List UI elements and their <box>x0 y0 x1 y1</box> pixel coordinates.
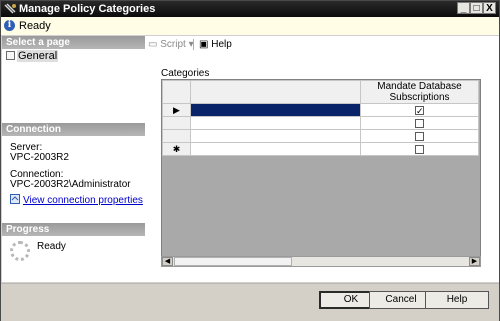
scroll-right-icon[interactable]: ▶ <box>469 257 480 266</box>
scroll-left-icon[interactable]: ◀ <box>162 257 173 266</box>
category-name-cell[interactable] <box>190 103 361 117</box>
cancel-button[interactable]: Cancel <box>369 291 433 309</box>
toolbar: ▭ Script ▾ ▣ Help <box>145 36 499 52</box>
left-pane: Select a page General Connection Server:… <box>2 36 146 282</box>
button-bar: OK Cancel Help <box>1 283 499 321</box>
connection-value: VPC-2003R2\Administrator <box>10 179 131 190</box>
row-indicator[interactable] <box>162 129 191 143</box>
category-name-cell[interactable] <box>190 116 361 130</box>
mandate-checkbox[interactable] <box>415 118 424 128</box>
help-icon: ▣ <box>199 39 209 50</box>
view-connection-link[interactable]: View connection properties <box>23 195 143 206</box>
script-icon: ▭ <box>148 39 158 50</box>
mandate-checkbox[interactable]: ✓ <box>415 105 424 115</box>
title-bar[interactable]: Manage Policy Categories _ □ X <box>1 1 499 17</box>
status-bar: i Ready <box>1 17 499 36</box>
view-connection-properties[interactable]: View connection properties <box>10 194 143 206</box>
row-indicator[interactable] <box>162 116 191 130</box>
page-icon <box>6 51 15 60</box>
progress-spinner-icon <box>10 241 30 261</box>
script-button[interactable]: ▭ Script ▾ <box>148 39 194 50</box>
policy-categories-icon <box>4 3 16 14</box>
progress-status: Ready <box>37 241 66 252</box>
progress-header: Progress <box>2 223 145 236</box>
mandate-checkbox[interactable] <box>415 131 424 141</box>
categories-label: Categories <box>161 68 210 79</box>
maximize-button[interactable]: □ <box>470 2 483 14</box>
column-header-name[interactable] <box>190 80 361 104</box>
categories-grid: Mandate Database Subscriptions ▶ ✓ ✱ <box>161 79 481 265</box>
help-button[interactable]: Help <box>425 291 489 309</box>
horizontal-scrollbar[interactable]: ◀ ▶ <box>161 256 481 267</box>
mandate-checkbox-cell[interactable] <box>360 129 479 143</box>
mandate-checkbox-cell[interactable] <box>360 142 479 156</box>
server-value: VPC-2003R2 <box>10 152 69 163</box>
mandate-checkbox-cell[interactable] <box>360 116 479 130</box>
minimize-button[interactable]: _ <box>457 2 470 14</box>
script-label: Script <box>160 39 186 50</box>
info-icon: i <box>4 20 15 31</box>
toolbar-divider <box>193 39 194 50</box>
row-indicator[interactable]: ▶ <box>162 103 191 117</box>
row-header-corner <box>162 80 191 104</box>
connection-header: Connection <box>2 123 145 136</box>
status-text: Ready <box>19 20 51 32</box>
window-title: Manage Policy Categories <box>19 3 156 15</box>
category-name-cell[interactable] <box>190 129 361 143</box>
mandate-checkbox[interactable] <box>415 144 424 154</box>
help-toolbar-button[interactable]: ▣ Help <box>199 39 232 50</box>
page-item-general[interactable]: General <box>6 50 59 62</box>
properties-icon <box>10 194 20 204</box>
new-row-indicator[interactable]: ✱ <box>162 142 191 156</box>
help-label: Help <box>211 39 232 50</box>
close-button[interactable]: X <box>483 2 496 14</box>
column-header-mandate[interactable]: Mandate Database Subscriptions <box>360 80 479 104</box>
category-name-cell[interactable] <box>190 142 361 156</box>
select-page-header: Select a page <box>2 36 145 49</box>
scroll-thumb[interactable] <box>174 257 292 266</box>
page-item-label: General <box>17 50 59 62</box>
mandate-checkbox-cell[interactable]: ✓ <box>360 103 479 117</box>
manage-policy-categories-dialog: Manage Policy Categories _ □ X i Ready S… <box>0 0 500 321</box>
